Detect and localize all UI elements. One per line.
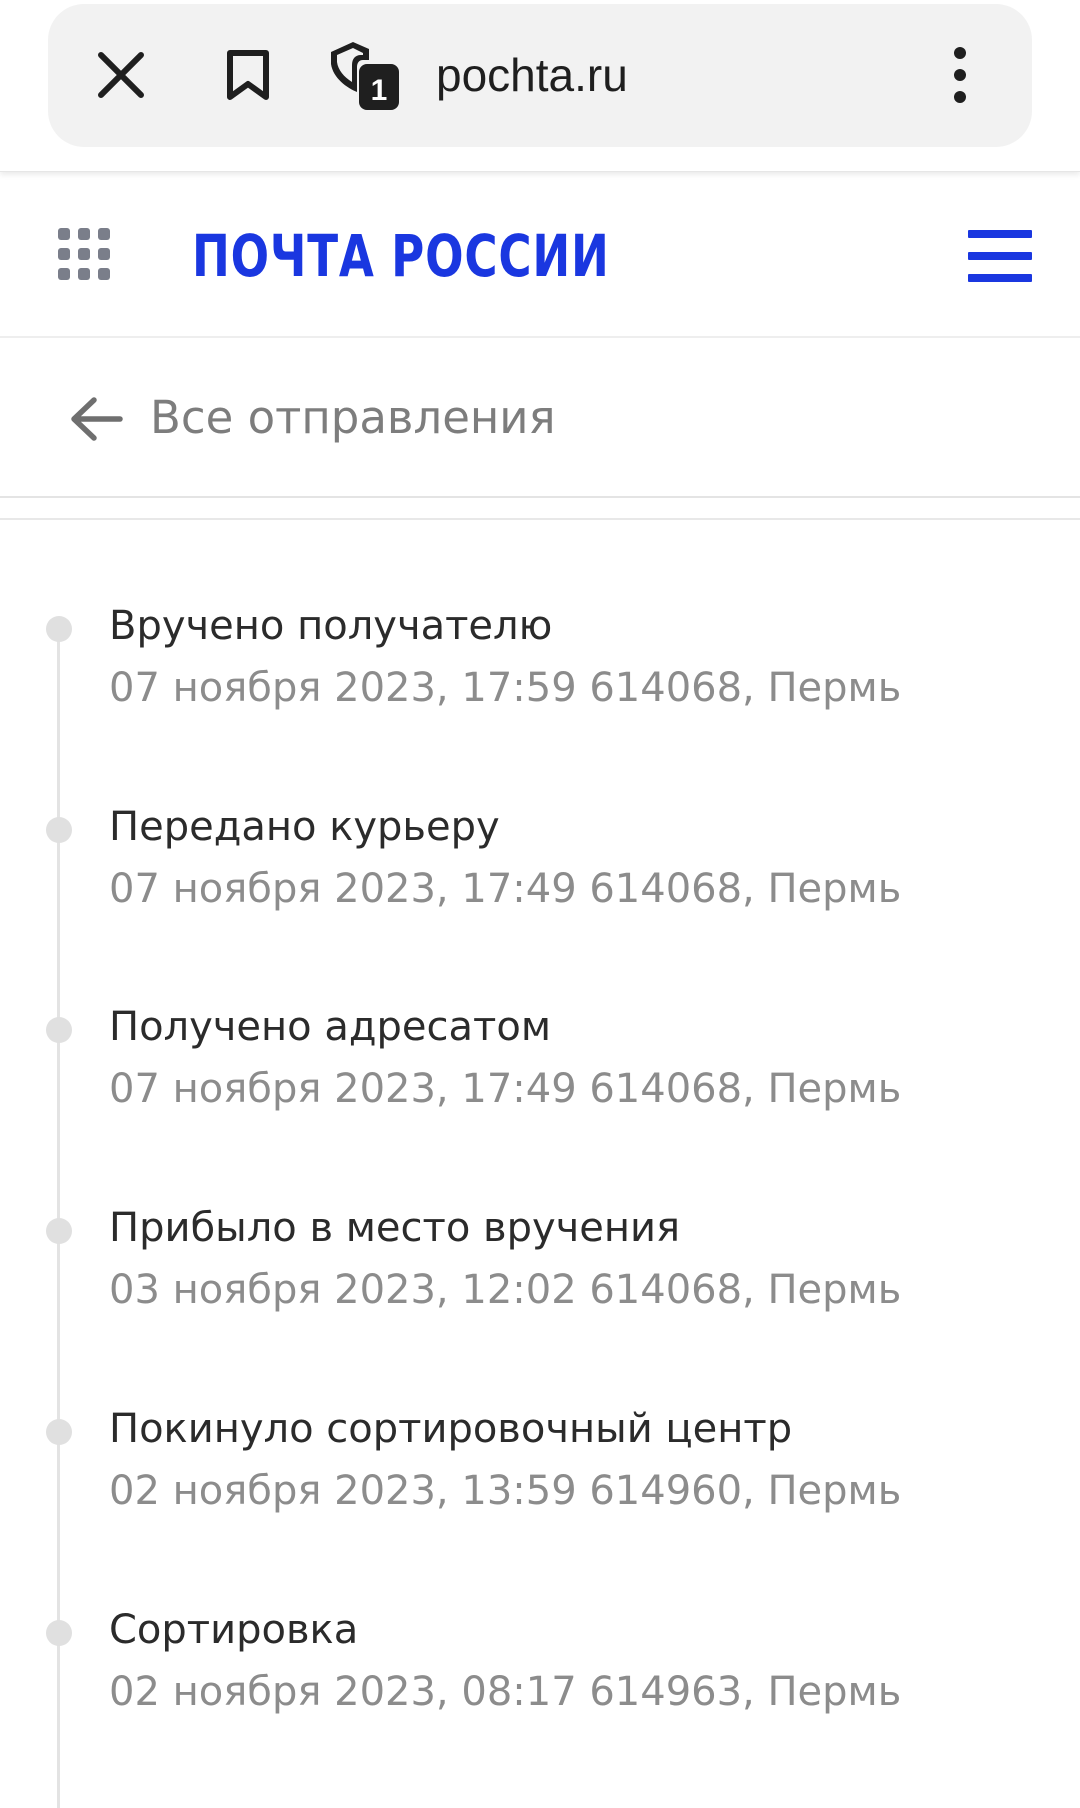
timeline-event: Прибыло в место вручения 03 ноября 2023,… xyxy=(0,1122,1080,1322)
tracking-timeline: Вручено получателю 07 ноября 2023, 17:59… xyxy=(0,520,1080,1808)
event-details: 07 ноября 2023, 17:59 614068, Пермь xyxy=(109,665,902,711)
event-details: 03 ноября 2023, 12:02 614068, Пермь xyxy=(109,1267,902,1313)
timeline-dot xyxy=(46,616,72,642)
timeline-dot xyxy=(46,817,72,843)
logo[interactable]: ПОЧТА РОССИИ xyxy=(192,216,610,296)
event-details: 07 ноября 2023, 17:49 614068, Пермь xyxy=(109,1066,902,1112)
event-status: Получено адресатом xyxy=(109,1004,551,1050)
url-text[interactable]: pochta.ru xyxy=(436,40,628,110)
close-icon[interactable] xyxy=(86,40,156,110)
arrow-left-icon[interactable] xyxy=(68,394,124,444)
timeline-event: Вручено получателю 07 ноября 2023, 17:59… xyxy=(0,520,1080,720)
timeline-event: Покинуло сортировочный центр 02 ноября 2… xyxy=(0,1323,1080,1523)
timeline-dot xyxy=(46,1218,72,1244)
apps-grid-icon[interactable] xyxy=(58,228,110,282)
browser-toolbar: 1 pochta.ru xyxy=(0,0,1080,172)
bookmark-icon[interactable] xyxy=(218,40,278,110)
hamburger-menu-icon[interactable] xyxy=(968,230,1032,282)
shield-tab-icon[interactable]: 1 xyxy=(325,38,401,114)
back-link[interactable]: Все отправления xyxy=(0,338,1080,498)
timeline-dot xyxy=(46,1017,72,1043)
event-status: Вручено получателю xyxy=(109,603,553,649)
event-status: Передано курьеру xyxy=(109,804,500,850)
site-header: ПОЧТА РОССИИ xyxy=(0,172,1080,338)
event-status: Сортировка xyxy=(109,1607,359,1653)
more-vert-icon[interactable] xyxy=(935,40,985,110)
timeline-event: Получено адресатом 07 ноября 2023, 17:49… xyxy=(0,921,1080,1121)
event-status: Покинуло сортировочный центр xyxy=(109,1406,793,1452)
event-status: Прибыло в место вручения xyxy=(109,1205,681,1251)
event-details: 02 ноября 2023, 13:59 614960, Пермь xyxy=(109,1468,902,1514)
timeline-dot xyxy=(46,1620,72,1646)
timeline-event: Сортировка 02 ноября 2023, 08:17 614963,… xyxy=(0,1524,1080,1724)
timeline-dot xyxy=(46,1419,72,1445)
event-details: 07 ноября 2023, 17:49 614068, Пермь xyxy=(109,866,902,912)
tab-count: 1 xyxy=(371,74,388,107)
event-details: 02 ноября 2023, 08:17 614963, Пермь xyxy=(109,1669,902,1715)
back-label[interactable]: Все отправления xyxy=(150,386,556,450)
timeline-event: Передано курьеру 07 ноября 2023, 17:49 6… xyxy=(0,721,1080,921)
